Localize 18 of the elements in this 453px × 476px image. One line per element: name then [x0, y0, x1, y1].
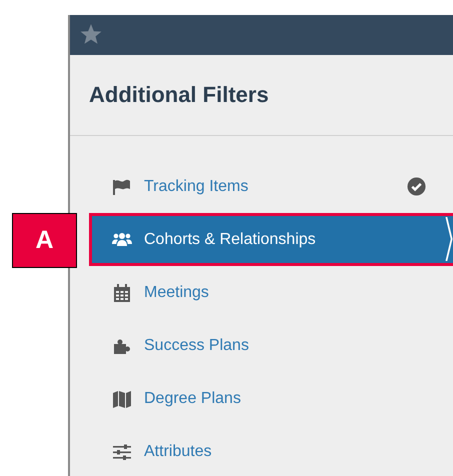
chevron-icon [445, 217, 453, 261]
filter-item[interactable]: Attributes [89, 425, 453, 476]
filter-label: Meetings [144, 284, 209, 302]
filter-label: Cohorts & Relationships [144, 230, 316, 248]
filter-item[interactable]: Tracking Items [89, 160, 453, 213]
filter-item[interactable]: Degree Plans [89, 372, 453, 425]
filter-item[interactable]: Success Plans [89, 319, 453, 372]
filter-label: Attributes [144, 442, 212, 460]
sliders-icon [112, 442, 132, 462]
filter-label: Degree Plans [144, 390, 241, 408]
panel-title: Additional Filters [89, 82, 269, 108]
filter-item[interactable]: Cohorts & Relationships [89, 213, 453, 266]
filter-label: Tracking Items [144, 178, 248, 196]
filter-label: Success Plans [144, 336, 249, 354]
calendar-icon [112, 282, 132, 302]
callout-label: A [12, 213, 77, 268]
filter-item[interactable]: Meetings [89, 266, 453, 319]
map-icon [112, 388, 132, 408]
